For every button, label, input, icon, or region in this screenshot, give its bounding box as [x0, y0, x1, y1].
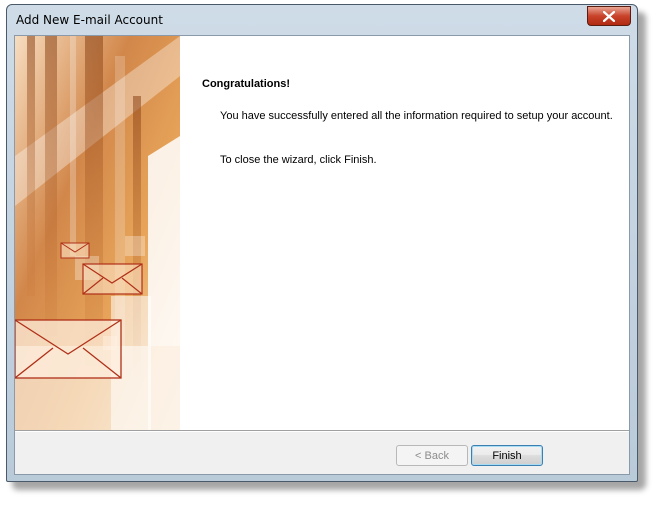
wizard-content: Congratulations! You have successfully e… [180, 36, 629, 430]
success-message: You have successfully entered all the in… [220, 110, 613, 122]
button-divider [15, 430, 629, 432]
congratulations-heading: Congratulations! [202, 78, 290, 90]
envelope-icon [82, 263, 143, 295]
wizard-client-area: Congratulations! You have successfully e… [14, 35, 630, 475]
wizard-banner [15, 36, 180, 430]
window-title: Add New E-mail Account [16, 13, 163, 27]
title-bar[interactable]: Add New E-mail Account [7, 5, 637, 35]
envelope-icon [60, 242, 90, 259]
dialog-window: Add New E-mail Account Congratulations! … [6, 4, 638, 482]
banner-artwork [15, 36, 180, 430]
close-instruction: To close the wizard, click Finish. [220, 154, 377, 166]
close-icon [603, 10, 615, 22]
close-button[interactable] [587, 6, 631, 26]
envelope-icon [15, 319, 122, 379]
back-button[interactable]: < Back [396, 445, 468, 466]
finish-button[interactable]: Finish [471, 445, 543, 466]
